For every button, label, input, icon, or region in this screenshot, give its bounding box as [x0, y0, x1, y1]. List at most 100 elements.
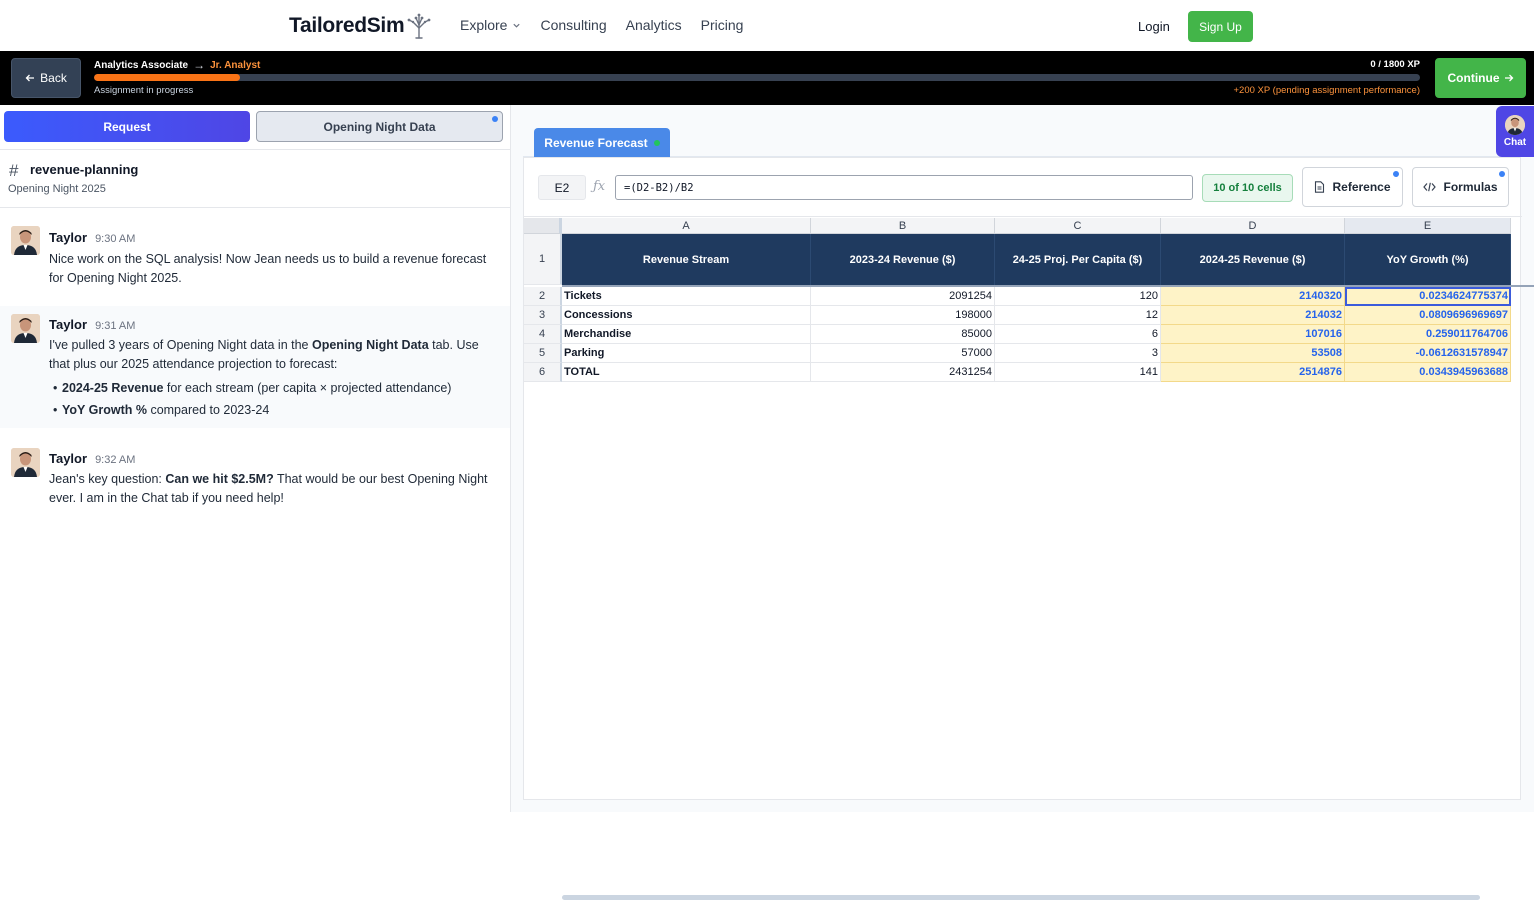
table-cell[interactable]: 198000: [811, 306, 995, 325]
role-arrow: →: [193, 58, 206, 72]
text-bold: Can we hit $2.5M?: [165, 472, 274, 486]
text-part: I've pulled 3 years of Opening Night dat…: [49, 338, 312, 352]
unread-dot: [1393, 171, 1399, 177]
column-header-d[interactable]: D: [1161, 218, 1345, 234]
table-cell[interactable]: 53508: [1161, 344, 1345, 363]
current-role: Analytics Associate: [94, 59, 189, 71]
table-cell[interactable]: TOTAL: [562, 363, 811, 382]
row-header-2[interactable]: 2: [524, 287, 562, 306]
header-cell[interactable]: 24-25 Proj. Per Capita ($): [995, 234, 1161, 285]
table-cell[interactable]: Tickets: [562, 287, 811, 306]
person-avatar-icon: [1505, 115, 1525, 135]
column-header-b[interactable]: B: [811, 218, 995, 234]
table-cell[interactable]: 2431254: [811, 363, 995, 382]
table-cell[interactable]: -0.0612631578947: [1345, 344, 1511, 363]
continue-button[interactable]: Continue: [1435, 58, 1526, 98]
list-item: 2024-25 Revenue for each stream (per cap…: [49, 380, 489, 397]
header-cell[interactable]: 2023-24 Revenue ($): [811, 234, 995, 285]
formula-bar-input[interactable]: [615, 175, 1193, 200]
table-cell[interactable]: 85000: [811, 325, 995, 344]
table-cell[interactable]: 2140320: [1161, 287, 1345, 306]
text-bold: YoY Growth %: [62, 403, 147, 417]
column-header-a[interactable]: A: [562, 218, 811, 234]
pending-xp: +200 XP (pending assignment performance): [1233, 85, 1420, 96]
table-cell[interactable]: 0.0343945963688: [1345, 363, 1511, 382]
row-header-5[interactable]: 5: [524, 344, 562, 363]
table-cell[interactable]: 0.0809696969697: [1345, 306, 1511, 325]
author-name: Taylor: [49, 230, 88, 245]
table-cell[interactable]: 12: [995, 306, 1161, 325]
table-cell[interactable]: 3: [995, 344, 1161, 363]
message: Taylor 9:30 AM Nice work on the SQL anal…: [0, 208, 510, 306]
progress-band: Back Analytics Associate → Jr. Analyst 0…: [0, 51, 1534, 105]
column-header-e[interactable]: E: [1345, 218, 1511, 234]
chat-button[interactable]: Chat: [1496, 106, 1534, 157]
login-link[interactable]: Login: [1138, 19, 1170, 34]
channel-header: # revenue-planning Opening Night 2025: [0, 150, 510, 208]
nav-analytics[interactable]: Analytics: [626, 17, 682, 33]
nav-links: Explore Consulting Analytics Pricing: [460, 17, 743, 33]
reference-button[interactable]: Reference: [1302, 167, 1403, 207]
text-bold: Opening Night Data: [311, 338, 429, 352]
role-progression: Analytics Associate → Jr. Analyst: [94, 58, 260, 72]
back-button[interactable]: Back: [11, 58, 81, 98]
arrow-left-icon: [25, 74, 35, 82]
table-cell[interactable]: 2091254: [811, 287, 995, 306]
sheet-tab-label: Revenue Forecast: [544, 135, 648, 150]
sign-up-button[interactable]: Sign Up: [1188, 11, 1253, 42]
message-text: Jean's key question: Can we hit $2.5M? T…: [49, 470, 489, 508]
cell-reference-box[interactable]: E2: [538, 175, 586, 200]
table-cell[interactable]: Merchandise: [562, 325, 811, 344]
row-header-4[interactable]: 4: [524, 325, 562, 344]
author-name: Taylor: [49, 317, 88, 332]
table-cell[interactable]: Concessions: [562, 306, 811, 325]
arrow-right-icon: [1504, 74, 1513, 82]
tab-data-label: Opening Night Data: [323, 119, 436, 134]
tree-logo-icon: [407, 13, 431, 39]
formulas-button[interactable]: Formulas: [1412, 167, 1509, 207]
nav-explore-label: Explore: [460, 17, 508, 33]
tab-opening-night-data[interactable]: Opening Night Data: [256, 111, 503, 142]
spreadsheet: E2 ƒx 10 of 10 cells Reference Formulas …: [523, 157, 1534, 900]
grid-corner[interactable]: [524, 218, 562, 234]
table-cell[interactable]: 107016: [1161, 325, 1345, 344]
table-cell[interactable]: 6: [995, 325, 1161, 344]
table-cell[interactable]: 120: [995, 287, 1161, 306]
nav-pricing[interactable]: Pricing: [701, 17, 744, 33]
xp-progress-fill: [94, 74, 240, 81]
channel-name: revenue-planning: [30, 162, 139, 177]
table-cell[interactable]: 0.259011764706: [1345, 325, 1511, 344]
table-cell[interactable]: 2514876: [1161, 363, 1345, 382]
active-cell[interactable]: 0.0234624775374: [1345, 287, 1511, 306]
text-part: Jean's key question:: [49, 472, 166, 486]
header-cell[interactable]: Revenue Stream: [562, 234, 811, 285]
continue-label: Continue: [1447, 71, 1500, 85]
header-cell[interactable]: 2024-25 Revenue ($): [1161, 234, 1345, 285]
text-part: compared to 2023-24: [146, 403, 270, 417]
tab-request[interactable]: Request: [4, 111, 250, 142]
message-header: Taylor 9:32 AM: [49, 451, 135, 466]
list-item: YoY Growth % compared to 2023-24: [49, 402, 489, 419]
message-time: 9:32 AM: [95, 454, 136, 466]
nav-consulting[interactable]: Consulting: [540, 17, 606, 33]
table-cell[interactable]: 214032: [1161, 306, 1345, 325]
row-header-3[interactable]: 3: [524, 306, 562, 325]
table-cell[interactable]: Parking: [562, 344, 811, 363]
spreadsheet-panel: Revenue Forecast E2 ƒx 10 of 10 cells Re…: [511, 105, 1534, 900]
table-cell[interactable]: 141: [995, 363, 1161, 382]
row-header-1[interactable]: 1: [524, 234, 562, 285]
header-cell[interactable]: YoY Growth (%): [1345, 234, 1511, 285]
column-header-c[interactable]: C: [995, 218, 1161, 234]
horizontal-scrollbar[interactable]: [562, 895, 1480, 900]
sheet-tab-bar: Revenue Forecast: [523, 117, 1521, 157]
brand-logo[interactable]: TailoredSim: [289, 12, 432, 40]
message-header: Taylor 9:31 AM: [49, 317, 135, 332]
nav-explore[interactable]: Explore: [460, 17, 521, 33]
row-header-6[interactable]: 6: [524, 363, 562, 382]
unread-dot: [492, 116, 498, 122]
message-text: I've pulled 3 years of Opening Night dat…: [49, 336, 489, 419]
xp-progress-track: [94, 74, 1420, 81]
tab-revenue-forecast[interactable]: Revenue Forecast: [534, 128, 670, 157]
text-part: for each stream (per capita × projected …: [163, 381, 452, 395]
table-cell[interactable]: 57000: [811, 344, 995, 363]
